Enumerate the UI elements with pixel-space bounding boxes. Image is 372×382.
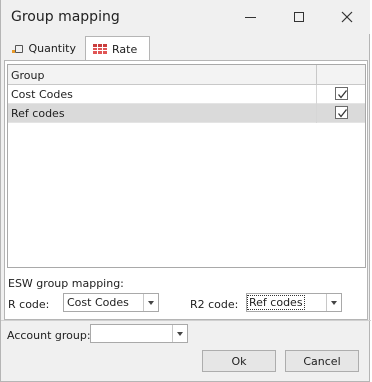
row-checkbox[interactable] <box>335 106 348 119</box>
row-name: Ref codes <box>11 107 65 120</box>
row-name: Cost Codes <box>11 88 73 101</box>
chevron-down-icon[interactable] <box>143 294 158 311</box>
minimize-button[interactable] <box>227 0 273 34</box>
table-row[interactable]: Cost Codes <box>8 85 365 104</box>
close-button[interactable] <box>324 0 370 34</box>
tab-quantity-label: Quantity <box>28 42 76 55</box>
tab-rate-label: Rate <box>112 42 138 56</box>
close-icon <box>341 11 353 23</box>
checkmark-icon <box>338 90 348 99</box>
minimize-icon <box>244 16 256 18</box>
group-mapping-dialog: Group mapping Quantity Rate Group Cost C… <box>0 0 371 382</box>
title-bar: Group mapping <box>1 0 370 34</box>
chevron-down-icon[interactable] <box>326 294 341 311</box>
checkmark-icon <box>338 109 348 118</box>
account-group-label: Account group: <box>7 329 91 342</box>
row-checkbox[interactable] <box>335 87 348 100</box>
r-code-value: Cost Codes <box>67 296 129 309</box>
column-header-group[interactable]: Group <box>11 69 45 82</box>
grid-header: Group <box>8 65 365 85</box>
tab-rate[interactable]: Rate <box>85 36 150 61</box>
account-group-select[interactable] <box>90 324 188 343</box>
divider <box>1 320 371 321</box>
r-code-select[interactable]: Cost Codes <box>63 293 159 312</box>
ok-button[interactable]: Ok <box>202 350 276 372</box>
group-grid[interactable]: Group Cost Codes Ref codes <box>7 64 366 268</box>
tab-quantity[interactable]: Quantity <box>5 36 83 61</box>
chevron-down-icon[interactable] <box>172 325 187 342</box>
cancel-button[interactable]: Cancel <box>285 350 359 372</box>
maximize-icon <box>294 12 304 22</box>
r2-code-value: Ref codes <box>247 295 305 310</box>
r2-code-label: R2 code: <box>190 298 239 311</box>
rate-tab-panel: Group Cost Codes Ref codes ESW group map… <box>4 60 368 320</box>
rate-grid-icon <box>93 44 107 54</box>
table-row[interactable]: Ref codes <box>8 104 365 123</box>
r2-code-select[interactable]: Ref codes <box>246 293 342 312</box>
window-title: Group mapping <box>11 9 120 25</box>
r-code-label: R code: <box>8 298 50 311</box>
maximize-button[interactable] <box>276 0 322 34</box>
quantity-icon <box>12 44 23 54</box>
esw-group-mapping-label: ESW group mapping: <box>8 277 124 290</box>
